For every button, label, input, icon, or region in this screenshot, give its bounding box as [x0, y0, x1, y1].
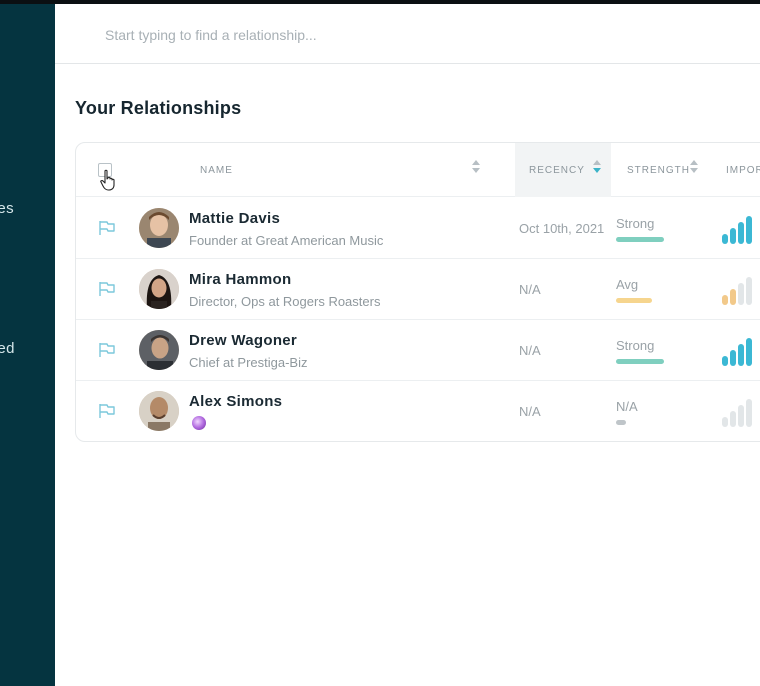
column-header-strength[interactable]: STRENGTH [627, 165, 690, 176]
table-header: NAME RECENCY STRENGTH IMPOR [76, 143, 760, 197]
contact-name[interactable]: Mattie Davis [189, 210, 280, 227]
recency-value: Oct 10th, 2021 [519, 221, 605, 236]
relationships-table: NAME RECENCY STRENGTH IMPOR Mattie Davis… [75, 142, 760, 442]
contact-name[interactable]: Alex Simons [189, 393, 282, 410]
flag-icon[interactable] [98, 220, 116, 236]
strength-bar [616, 237, 664, 242]
strength-label: Strong [616, 338, 655, 353]
crystal-ball-icon [192, 416, 206, 430]
name-sort-icon[interactable] [471, 160, 481, 176]
hand-cursor-icon [100, 169, 115, 191]
sidebar: d cles rk s ized [0, 4, 55, 686]
flag-icon[interactable] [98, 342, 116, 358]
avatar[interactable] [139, 208, 179, 248]
strength-bar [616, 359, 664, 364]
recency-value: N/A [519, 343, 541, 358]
search-input[interactable] [105, 24, 705, 46]
contact-title: Chief at Prestiga-Biz [189, 355, 308, 370]
sidebar-item-organized[interactable]: ized [0, 340, 15, 357]
strength-label: N/A [616, 399, 638, 414]
table-row[interactable]: Drew Wagoner Chief at Prestiga-Biz N/A S… [76, 320, 760, 381]
strength-label: Avg [616, 277, 639, 292]
importance-bars-icon[interactable] [722, 336, 760, 366]
avatar[interactable] [139, 330, 179, 370]
flag-icon[interactable] [98, 403, 116, 419]
importance-bars-icon[interactable] [722, 275, 760, 305]
strength-bar [616, 420, 626, 425]
column-header-recency[interactable]: RECENCY [529, 165, 585, 176]
strength-label: Strong [616, 216, 655, 231]
recency-value: N/A [519, 282, 541, 297]
contact-title: Director, Ops at Rogers Roasters [189, 294, 381, 309]
sidebar-item-circles[interactable]: cles [0, 200, 14, 217]
recency-sort-icon[interactable] [592, 160, 602, 176]
main-panel: Your Relationships NAME RECENCY STRENGTH… [55, 4, 760, 686]
search-bar [55, 4, 760, 64]
table-row[interactable]: Mattie Davis Founder at Great American M… [76, 198, 760, 259]
strength-bar [616, 298, 652, 303]
flag-icon[interactable] [98, 281, 116, 297]
importance-bars-icon[interactable] [722, 214, 760, 244]
column-header-name[interactable]: NAME [200, 165, 233, 176]
contact-name[interactable]: Drew Wagoner [189, 332, 297, 349]
avatar[interactable] [139, 391, 179, 431]
avatar[interactable] [139, 269, 179, 309]
contact-name[interactable]: Mira Hammon [189, 271, 292, 288]
table-row[interactable]: Alex Simons N/A N/A [76, 381, 760, 441]
importance-bars-icon[interactable] [722, 397, 760, 427]
contact-title: Founder at Great American Music [189, 233, 384, 248]
column-header-importance[interactable]: IMPOR [726, 165, 760, 176]
recency-value: N/A [519, 404, 541, 419]
page-title: Your Relationships [75, 98, 242, 118]
strength-sort-icon[interactable] [689, 160, 699, 176]
table-row[interactable]: Mira Hammon Director, Ops at Rogers Roas… [76, 259, 760, 320]
